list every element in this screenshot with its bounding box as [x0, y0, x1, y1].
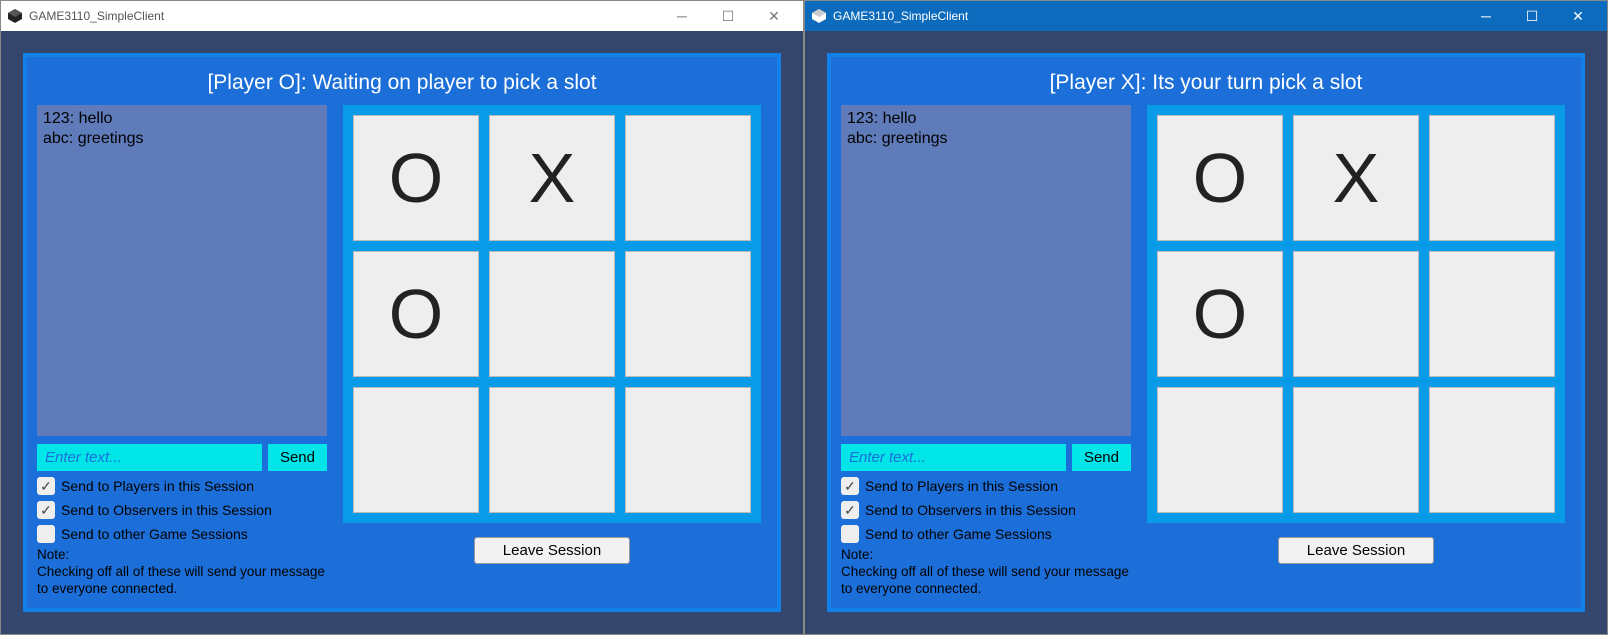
board-cell-1[interactable]: X: [489, 115, 615, 241]
check-label: Send to other Game Sessions: [865, 526, 1052, 542]
chat-line: abc: greetings: [43, 129, 321, 149]
check-players[interactable]: ✓ Send to Players in this Session: [841, 477, 1131, 495]
check-label: Send to other Game Sessions: [61, 526, 248, 542]
chat-line: abc: greetings: [847, 129, 1125, 149]
game-panel: [Player X]: Its your turn pick a slot 12…: [827, 53, 1585, 612]
board-column: O X O Leave Session: [1141, 105, 1571, 598]
maximize-button[interactable]: ☐: [705, 1, 751, 31]
checkbox-icon[interactable]: ✓: [37, 477, 55, 495]
note-text: Note: Checking off all of these will sen…: [841, 547, 1131, 598]
minimize-button[interactable]: ─: [1463, 1, 1509, 31]
board-cell-2[interactable]: [625, 115, 751, 241]
maximize-button[interactable]: ☐: [1509, 1, 1555, 31]
check-label: Send to Players in this Session: [61, 478, 254, 494]
check-other-sessions[interactable]: Send to other Game Sessions: [841, 525, 1131, 543]
note-text: Note: Checking off all of these will sen…: [37, 547, 327, 598]
window-controls: ─ ☐ ✕: [659, 1, 797, 31]
check-observers[interactable]: ✓ Send to Observers in this Session: [37, 501, 327, 519]
window-controls: ─ ☐ ✕: [1463, 1, 1601, 31]
check-label: Send to Observers in this Session: [865, 502, 1076, 518]
note-body: Checking off all of these will send your…: [37, 564, 325, 596]
client-area: [Player X]: Its your turn pick a slot 12…: [805, 31, 1607, 634]
minimize-button[interactable]: ─: [659, 1, 705, 31]
check-observers[interactable]: ✓ Send to Observers in this Session: [841, 501, 1131, 519]
client-window-right: GAME3110_SimpleClient ─ ☐ ✕ [Player X]: …: [804, 0, 1608, 635]
board-cell-5[interactable]: [1429, 251, 1555, 377]
chat-log[interactable]: 123: hello abc: greetings: [37, 105, 327, 436]
checkbox-icon[interactable]: ✓: [37, 501, 55, 519]
tictactoe-board: O X O: [343, 105, 761, 523]
note-title: Note:: [37, 547, 69, 562]
note-title: Note:: [841, 547, 873, 562]
board-cell-3[interactable]: O: [353, 251, 479, 377]
board-cell-6[interactable]: [353, 387, 479, 513]
board-cell-4[interactable]: [489, 251, 615, 377]
body-row: 123: hello abc: greetings Send ✓ Send to…: [841, 105, 1571, 598]
unity-icon: [811, 8, 827, 24]
board-cell-0[interactable]: O: [353, 115, 479, 241]
window-title: GAME3110_SimpleClient: [29, 9, 659, 23]
board-cell-0[interactable]: O: [1157, 115, 1283, 241]
chat-input-row: Send: [37, 444, 327, 471]
board-column: O X O Leave Session: [337, 105, 767, 598]
chat-input-row: Send: [841, 444, 1131, 471]
board-cell-1[interactable]: X: [1293, 115, 1419, 241]
window-title: GAME3110_SimpleClient: [833, 9, 1463, 23]
check-players[interactable]: ✓ Send to Players in this Session: [37, 477, 327, 495]
checkbox-icon[interactable]: [37, 525, 55, 543]
board-cell-5[interactable]: [625, 251, 751, 377]
unity-icon: [7, 8, 23, 24]
client-area: [Player O]: Waiting on player to pick a …: [1, 31, 803, 634]
status-text: [Player X]: Its your turn pick a slot: [841, 65, 1571, 105]
chat-input[interactable]: [841, 444, 1066, 471]
checkbox-icon[interactable]: [841, 525, 859, 543]
check-label: Send to Observers in this Session: [61, 502, 272, 518]
game-panel: [Player O]: Waiting on player to pick a …: [23, 53, 781, 612]
status-text: [Player O]: Waiting on player to pick a …: [37, 65, 767, 105]
close-button[interactable]: ✕: [1555, 1, 1601, 31]
chat-column: 123: hello abc: greetings Send ✓ Send to…: [37, 105, 327, 598]
body-row: 123: hello abc: greetings Send ✓ Send to…: [37, 105, 767, 598]
note-body: Checking off all of these will send your…: [841, 564, 1129, 596]
board-cell-7[interactable]: [489, 387, 615, 513]
send-button[interactable]: Send: [268, 444, 327, 471]
board-cell-8[interactable]: [1429, 387, 1555, 513]
board-cell-8[interactable]: [625, 387, 751, 513]
chat-line: 123: hello: [847, 109, 1125, 129]
board-cell-7[interactable]: [1293, 387, 1419, 513]
chat-column: 123: hello abc: greetings Send ✓ Send to…: [841, 105, 1131, 598]
check-other-sessions[interactable]: Send to other Game Sessions: [37, 525, 327, 543]
board-cell-4[interactable]: [1293, 251, 1419, 377]
close-button[interactable]: ✕: [751, 1, 797, 31]
check-label: Send to Players in this Session: [865, 478, 1058, 494]
client-window-left: GAME3110_SimpleClient ─ ☐ ✕ [Player O]: …: [0, 0, 804, 635]
titlebar[interactable]: GAME3110_SimpleClient ─ ☐ ✕: [805, 1, 1607, 31]
board-cell-2[interactable]: [1429, 115, 1555, 241]
checkbox-icon[interactable]: ✓: [841, 501, 859, 519]
board-cell-3[interactable]: O: [1157, 251, 1283, 377]
board-cell-6[interactable]: [1157, 387, 1283, 513]
chat-log[interactable]: 123: hello abc: greetings: [841, 105, 1131, 436]
tictactoe-board: O X O: [1147, 105, 1565, 523]
titlebar[interactable]: GAME3110_SimpleClient ─ ☐ ✕: [1, 1, 803, 31]
chat-input[interactable]: [37, 444, 262, 471]
chat-line: 123: hello: [43, 109, 321, 129]
leave-session-button[interactable]: Leave Session: [474, 537, 630, 564]
send-button[interactable]: Send: [1072, 444, 1131, 471]
leave-session-button[interactable]: Leave Session: [1278, 537, 1434, 564]
checkbox-icon[interactable]: ✓: [841, 477, 859, 495]
